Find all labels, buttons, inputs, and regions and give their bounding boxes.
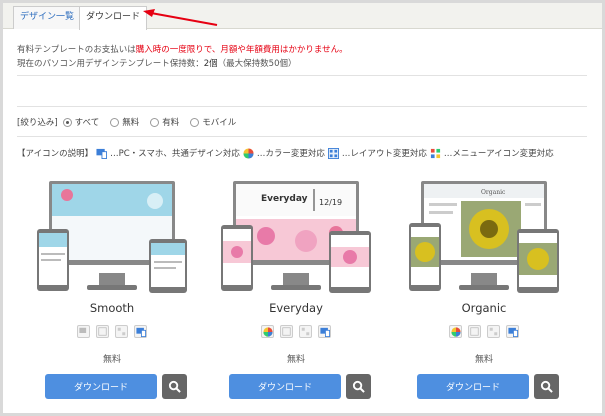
- download-button[interactable]: ダウンロード: [229, 374, 341, 399]
- responsive-icon: [77, 325, 90, 338]
- preview-search-button[interactable]: [346, 374, 371, 399]
- notice-line1-prefix: 有料テンプレートのお支払いは: [17, 45, 136, 55]
- filter-option-label: すべて: [74, 118, 100, 128]
- radio-mobile[interactable]: [190, 117, 200, 127]
- notice-line1-highlight: 購入時の一度限りで、月額や年額費用はかかりません。: [135, 45, 348, 55]
- notice-line2-prefix: 現在のパソコン用デザインテンプレート保持数：: [17, 59, 204, 69]
- responsive-icon: [134, 325, 147, 338]
- menu-icon-icon: [430, 148, 441, 158]
- filter-option-label: 有料: [162, 118, 180, 128]
- search-icon: [352, 380, 365, 393]
- mock-title: Everyday: [261, 194, 308, 204]
- responsive-icon: [96, 148, 108, 159]
- template-price: 無料: [474, 355, 493, 365]
- legend-item-menu-icon: …メニューアイコン変更対応: [443, 149, 554, 159]
- menu-icon-icon: [115, 325, 128, 338]
- template-name: Everyday: [269, 301, 323, 315]
- template-name: Organic: [461, 301, 507, 315]
- legend-item-responsive: …PC・スマホ、共通デザイン対応: [110, 149, 240, 159]
- menu-icon-icon: [487, 325, 500, 338]
- tab-design-list[interactable]: デザイン一覧: [13, 6, 82, 29]
- search-icon: [540, 380, 553, 393]
- layout-grid-icon: [468, 325, 481, 338]
- template-card-smooth: Smooth 無料 ダウンロード: [37, 181, 187, 399]
- feature-icons: [37, 325, 187, 338]
- mock-date: 12/19: [319, 198, 342, 207]
- filter-option-label: モバイル: [202, 118, 237, 128]
- search-icon: [168, 380, 181, 393]
- mock-title: Organic: [481, 189, 506, 196]
- template-preview-image[interactable]: Everyday 12/19: [221, 181, 371, 296]
- filter-option-mobile[interactable]: モバイル: [190, 116, 236, 128]
- filter-option-paid[interactable]: 有料: [150, 116, 179, 128]
- legend-item-color: …カラー変更対応: [256, 149, 325, 159]
- layout-grid-icon: [96, 325, 109, 338]
- feature-icons: [221, 325, 371, 338]
- template-price: 無料: [286, 355, 305, 365]
- color-palette-icon: [261, 325, 274, 338]
- download-button[interactable]: ダウンロード: [417, 374, 529, 399]
- legend-label: 【アイコンの説明】: [17, 149, 94, 159]
- color-palette-icon: [243, 147, 254, 159]
- tab-bar: デザイン一覧 ダウンロード: [3, 3, 602, 30]
- responsive-icon: [506, 325, 519, 338]
- divider: [17, 106, 587, 107]
- download-button[interactable]: ダウンロード: [45, 374, 157, 399]
- filter-option-label: 無料: [122, 118, 140, 128]
- page-frame: デザイン一覧 ダウンロード 有料テンプレートのお支払いは購入時の一度限りで、月額…: [3, 3, 602, 413]
- radio-paid[interactable]: [150, 117, 160, 127]
- layout-grid-icon: [280, 325, 293, 338]
- tab-download[interactable]: ダウンロード: [79, 6, 148, 30]
- filter-bar: [絞り込み] すべて 無料 有料 モバイル: [17, 116, 242, 128]
- divider: [17, 136, 587, 137]
- radio-free[interactable]: [110, 117, 120, 127]
- template-card-everyday: Everyday 12/19 Everyday 無料 ダウンロード: [221, 181, 371, 399]
- filter-option-free[interactable]: 無料: [110, 116, 139, 128]
- template-card-organic: Organic Organic 無料 ダウンロード: [409, 181, 559, 399]
- red-arrow-annotation: [143, 9, 218, 26]
- template-preview-image[interactable]: [37, 181, 187, 296]
- filter-label: [絞り込み]: [17, 118, 58, 128]
- legend-item-layout: …レイアウト変更対応: [341, 149, 427, 159]
- payment-notice: 有料テンプレートのお支払いは購入時の一度限りで、月額や年額費用はかかりません。 …: [17, 43, 348, 71]
- preview-search-button[interactable]: [534, 374, 559, 399]
- divider: [17, 75, 587, 76]
- template-count: 2個: [203, 59, 218, 69]
- template-name: Smooth: [89, 301, 135, 315]
- filter-option-all[interactable]: すべて: [62, 116, 100, 128]
- notice-line2-suffix: （最大保持数50個）: [217, 59, 297, 69]
- preview-search-button[interactable]: [162, 374, 187, 399]
- icon-legend: 【アイコンの説明】 …PC・スマホ、共通デザイン対応 …カラー変更対応 …レイア…: [17, 147, 554, 159]
- template-price: 無料: [102, 355, 121, 365]
- radio-all[interactable]: [62, 117, 72, 127]
- layout-grid-icon: [327, 147, 339, 159]
- color-palette-icon: [449, 325, 462, 338]
- template-preview-image[interactable]: Organic: [409, 181, 559, 296]
- menu-icon-icon: [299, 325, 312, 338]
- responsive-icon: [318, 325, 331, 338]
- feature-icons: [409, 325, 559, 338]
